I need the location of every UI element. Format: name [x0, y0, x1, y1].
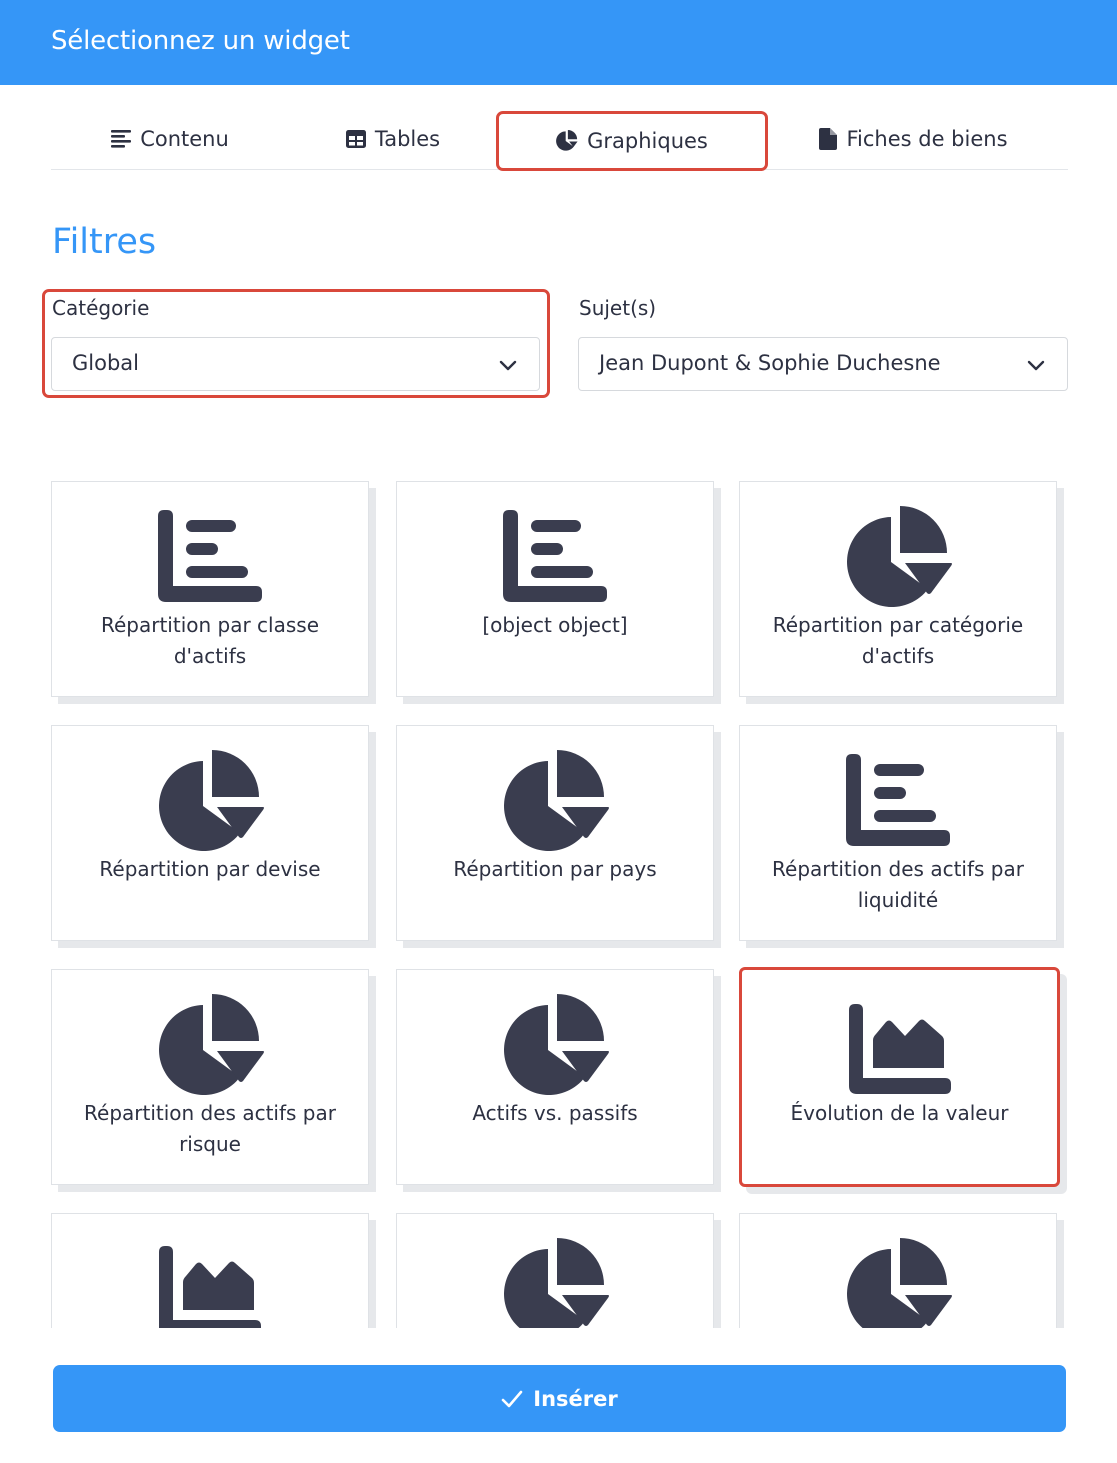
widget-label: [object object] [482, 613, 628, 637]
widget-label: Évolution de la valeur [790, 1101, 1009, 1125]
pie-chart-icon [847, 1238, 952, 1328]
widget-card[interactable]: Répartition par pays [396, 725, 714, 941]
insert-button[interactable]: Insérer [53, 1365, 1066, 1432]
widget-card[interactable] [51, 1213, 369, 1328]
pie-chart-icon [159, 750, 264, 851]
tab-label: Fiches de biens [846, 127, 1008, 151]
widget-card[interactable]: [object object] [396, 481, 714, 697]
category-select[interactable]: Global [51, 337, 540, 391]
widget-label: Répartition par devise [99, 857, 321, 881]
pie-chart-icon [556, 130, 578, 151]
widget-card[interactable]: Répartition des actifs par liquidité [739, 725, 1057, 941]
category-value: Global [72, 351, 139, 375]
widget-card[interactable]: Actifs vs. passifs [396, 969, 714, 1185]
pie-chart-icon [504, 1238, 609, 1328]
tab-label: Contenu [140, 127, 229, 151]
align-left-icon [111, 130, 132, 148]
widget-label: Actifs vs. passifs [472, 1101, 638, 1125]
tab-fiches-de-biens[interactable]: Fiches de biens [811, 108, 1016, 170]
widget-grid[interactable]: Répartition par classe d'actifs [object … [0, 470, 1117, 1328]
insert-button-label: Insérer [533, 1386, 618, 1411]
pie-chart-icon [159, 994, 264, 1095]
tab-contenu[interactable]: Contenu [100, 108, 240, 170]
tab-label: Graphiques [587, 129, 708, 153]
bar-chart-icon [846, 754, 950, 846]
tab-tables[interactable]: Tables [333, 108, 453, 170]
chevron-down-icon [499, 360, 517, 371]
area-chart-icon [159, 1246, 261, 1328]
widget-card[interactable]: Répartition par catégorie d'actifs [739, 481, 1057, 697]
widget-card[interactable]: Répartition des actifs par risque [51, 969, 369, 1185]
subjects-value: Jean Dupont & Sophie Duchesne [599, 351, 941, 375]
modal-title: Sélectionnez un widget [51, 26, 350, 56]
filters-title: Filtres [52, 222, 157, 262]
bar-chart-icon [158, 510, 262, 602]
area-chart-icon [848, 1004, 951, 1094]
file-icon [819, 128, 838, 150]
widget-card[interactable] [739, 1213, 1057, 1328]
widget-label: Répartition par pays [453, 857, 657, 881]
modal-header: Sélectionnez un widget [0, 0, 1117, 85]
widget-label: Répartition des actifs par risque [84, 1101, 336, 1156]
widget-label: Répartition par classe d'actifs [100, 613, 320, 668]
widget-label: Répartition par catégorie d'actifs [772, 613, 1024, 668]
pie-chart-icon [847, 506, 952, 607]
tab-graphiques[interactable]: Graphiques [496, 111, 768, 171]
widget-type-tabs: Contenu Tables Graphiques Fiches de bien… [51, 108, 1068, 171]
check-icon [501, 1390, 523, 1407]
widget-card[interactable] [396, 1213, 714, 1328]
subjects-label: Sujet(s) [579, 296, 657, 320]
widget-card[interactable]: Répartition par devise [51, 725, 369, 941]
pie-chart-icon [504, 994, 609, 1095]
bar-chart-icon [503, 510, 607, 602]
table-icon [345, 130, 366, 148]
subjects-select[interactable]: Jean Dupont & Sophie Duchesne [578, 337, 1068, 391]
widget-card[interactable]: Répartition par classe d'actifs [51, 481, 369, 697]
category-label: Catégorie [52, 296, 150, 320]
pie-chart-icon [504, 750, 609, 851]
chevron-down-icon [1027, 360, 1045, 371]
widget-card-selected[interactable]: Évolution de la valeur [739, 967, 1060, 1187]
widget-label: Répartition des actifs par liquidité [772, 857, 1024, 912]
tab-label: Tables [374, 127, 441, 151]
